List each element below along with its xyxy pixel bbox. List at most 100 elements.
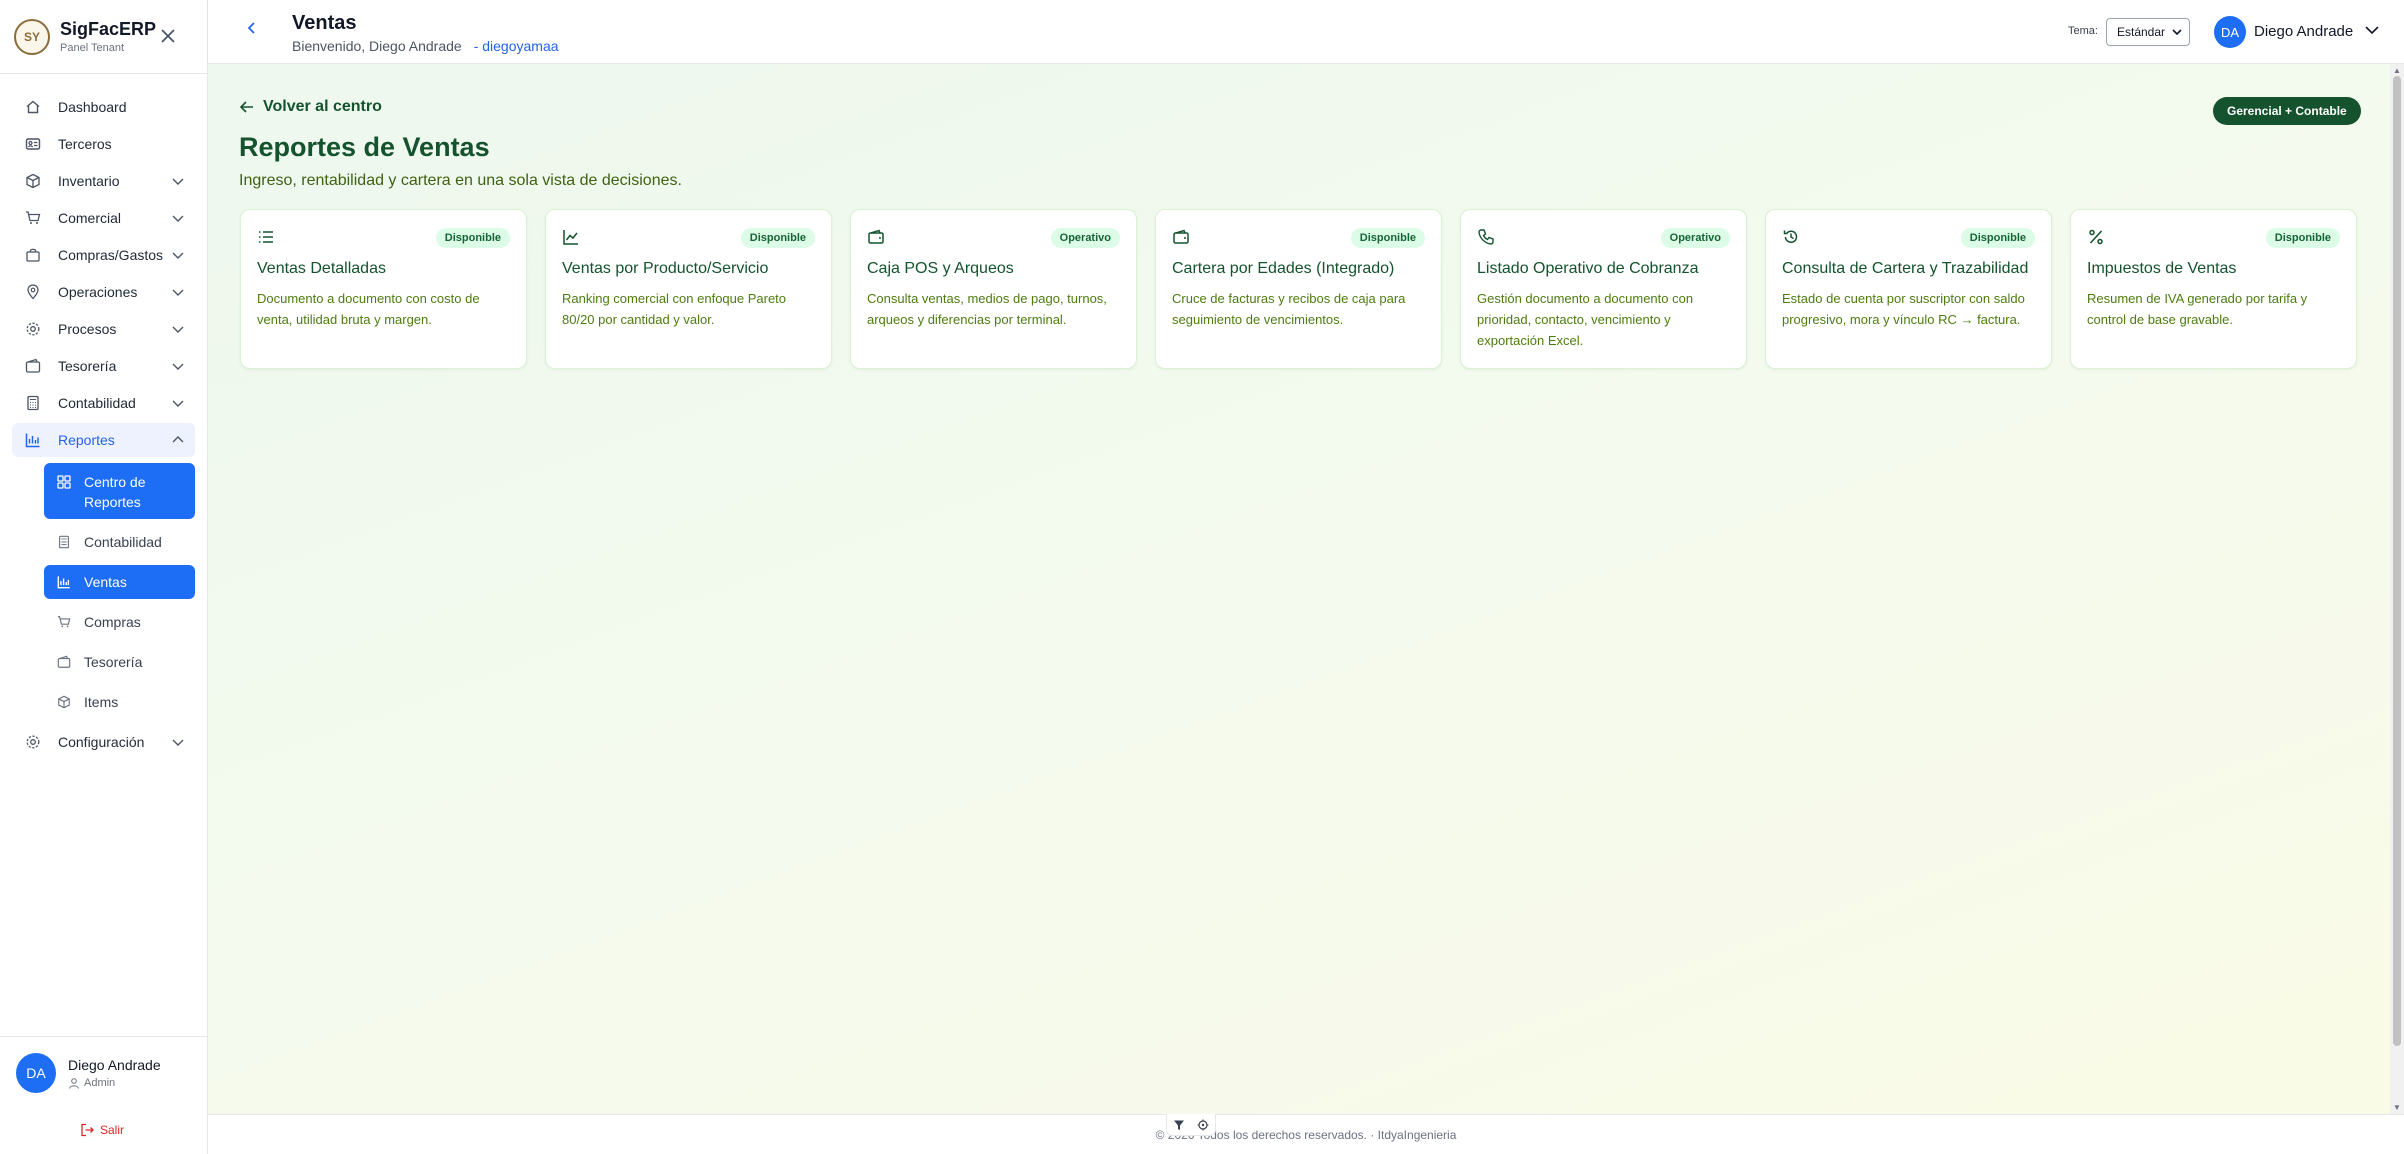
report-card-consulta-cartera[interactable]: Disponible Consulta de Cartera y Trazabi… [1765, 209, 2052, 369]
arrow-left-icon [239, 101, 253, 113]
location-icon [24, 283, 42, 301]
sidebar-subitem-centro-de-reportes[interactable]: Centro de Reportes [44, 463, 195, 519]
back-to-center-label: Volver al centro [263, 98, 382, 115]
sidebar-item-label: Contabilidad [58, 395, 136, 411]
target-icon[interactable] [1197, 1119, 1209, 1131]
report-card-title: Listado Operativo de Cobranza [1477, 260, 1699, 277]
sidebar-item-label: Dashboard [58, 99, 127, 115]
sidebar-item-label: Tesorería [58, 358, 117, 374]
chevron-down-icon [172, 215, 184, 222]
report-card-title: Ventas Detalladas [257, 260, 386, 277]
scrollbar-thumb[interactable] [2393, 76, 2401, 1046]
sidebar-nav: Dashboard Terceros Inventario Comercial … [0, 74, 207, 759]
theme-select[interactable]: Estándar [2106, 18, 2190, 46]
phone-icon [1478, 229, 1494, 245]
sidebar-subitem-compras[interactable]: Compras [44, 605, 195, 639]
sidebar-item-compras-gastos[interactable]: Compras/Gastos [12, 238, 195, 272]
sidebar-item-procesos[interactable]: Procesos [12, 312, 195, 346]
box-icon [24, 172, 42, 190]
percent-icon [2089, 229, 2103, 245]
bag-icon [24, 246, 42, 264]
wallet-icon [868, 229, 884, 244]
sidebar-item-label: Operaciones [58, 284, 138, 300]
report-card-description: Ranking comercial con enfoque Pareto 80/… [562, 291, 787, 327]
user-icon [69, 1078, 79, 1089]
report-card-description: Resumen de IVA generado por tarifa y con… [2087, 291, 2308, 327]
chevron-down-icon [172, 252, 184, 259]
sidebar-item-contabilidad[interactable]: Contabilidad [12, 386, 195, 420]
sidebar-subitem-label: Tesorería [84, 654, 143, 670]
welcome-text: Bienvenido, Diego Andrade [292, 38, 462, 54]
report-card-listado-cobranza[interactable]: Operativo Listado Operativo de Cobranza … [1460, 209, 1747, 369]
sidebar-subitem-label: Ventas [84, 574, 127, 590]
username-link[interactable]: - diegoyamaa [474, 38, 559, 54]
logout-icon [81, 1123, 94, 1137]
calculator-icon [56, 534, 72, 550]
brand: SY SigFacERP Panel Tenant [0, 0, 207, 74]
sidebar-item-configuracion[interactable]: Configuración [12, 725, 195, 759]
chevron-down-icon [172, 178, 184, 185]
box-icon [56, 694, 72, 710]
report-card-ventas-detalladas[interactable]: Disponible Ventas Detalladas Documento a… [240, 209, 527, 369]
sidebar-subitem-label: Compras [84, 614, 141, 630]
chevron-up-icon [172, 436, 184, 443]
filter-icon[interactable] [1173, 1119, 1185, 1131]
sidebar-user-panel: DA Diego Andrade Admin Salir [0, 1036, 208, 1154]
sidebar-item-label: Comercial [58, 210, 122, 226]
sidebar-item-comercial[interactable]: Comercial [12, 201, 195, 235]
scroll-up-arrow[interactable]: ▲ [2393, 66, 2401, 75]
back-to-center-link[interactable]: Volver al centro [239, 98, 382, 116]
status-badge: Operativo [1660, 228, 1730, 248]
sidebar-item-inventario[interactable]: Inventario [12, 164, 195, 198]
trend-chart-icon [563, 230, 578, 245]
close-sidebar-button[interactable] [156, 24, 180, 48]
header-avatar[interactable]: DA [2214, 16, 2246, 48]
logout-button[interactable]: Salir [80, 1123, 124, 1137]
sidebar-subitem-tesoreria[interactable]: Tesorería [44, 645, 195, 679]
home-icon [24, 98, 42, 116]
sidebar-user-role: Admin [68, 1077, 115, 1089]
sidebar-subitem-ventas[interactable]: Ventas [44, 565, 195, 599]
scroll-down-arrow[interactable]: ▼ [2393, 1103, 2401, 1112]
scope-badge: Gerencial + Contable [2213, 97, 2361, 125]
brand-name: SigFacERP [60, 19, 157, 39]
status-badge: Disponible [2265, 228, 2340, 248]
header-user-name[interactable]: Diego Andrade [2254, 23, 2353, 40]
report-card-title: Consulta de Cartera y Trazabilidad [1782, 260, 2029, 277]
sidebar-item-operaciones[interactable]: Operaciones [12, 275, 195, 309]
history-icon [1783, 230, 1798, 243]
cart-icon [56, 614, 72, 630]
chevron-down-icon[interactable] [2364, 22, 2380, 38]
report-card-description: Cruce de facturas y recibos de caja para… [1172, 291, 1406, 327]
report-card-title: Cartera por Edades (Integrado) [1172, 260, 1395, 277]
report-card-ventas-por-producto[interactable]: Disponible Ventas por Producto/Servicio … [545, 209, 832, 369]
report-card-caja-pos[interactable]: Operativo Caja POS y Arqueos Consulta ve… [850, 209, 1137, 369]
sidebar-item-dashboard[interactable]: Dashboard [12, 90, 195, 124]
report-card-title: Ventas por Producto/Servicio [562, 260, 769, 277]
report-cards: Disponible Ventas Detalladas Documento a… [240, 209, 2357, 369]
sidebar-item-tesoreria[interactable]: Tesorería [12, 349, 195, 383]
header-welcome: Bienvenido, Diego Andrade - diegoyamaa [292, 38, 559, 54]
sidebar-subitem-contabilidad[interactable]: Contabilidad [44, 525, 195, 559]
avatar: DA [16, 1053, 56, 1093]
report-card-description: Gestión documento a documento con priori… [1477, 291, 1694, 348]
sidebar-subitem-items[interactable]: Items [44, 685, 195, 719]
report-card-cartera-por-edades[interactable]: Disponible Cartera por Edades (Integrado… [1155, 209, 1442, 369]
cart-icon [24, 209, 42, 227]
page-description: Ingreso, rentabilidad y cartera en una s… [239, 172, 682, 189]
logout-label: Salir [100, 1123, 125, 1137]
back-button[interactable] [244, 20, 264, 40]
report-card-impuestos-de-ventas[interactable]: Disponible Impuestos de Ventas Resumen d… [2070, 209, 2357, 369]
page-scrollbar[interactable]: ▲ ▼ [2390, 64, 2404, 1114]
sidebar-item-label: Procesos [58, 321, 117, 337]
sidebar-item-reportes[interactable]: Reportes [12, 423, 195, 457]
top-header: Ventas Bienvenido, Diego Andrade - diegoy… [208, 0, 2404, 64]
report-card-description: Documento a documento con costo de venta… [257, 291, 480, 327]
sidebar-item-label: Configuración [58, 734, 145, 750]
status-badge: Disponible [1350, 228, 1425, 248]
sidebar-item-terceros[interactable]: Terceros [12, 127, 195, 161]
brand-subtitle: Panel Tenant [60, 42, 125, 54]
chevron-down-icon [172, 739, 184, 746]
theme-label: Tema: [2068, 25, 2098, 37]
id-card-icon [24, 135, 42, 153]
